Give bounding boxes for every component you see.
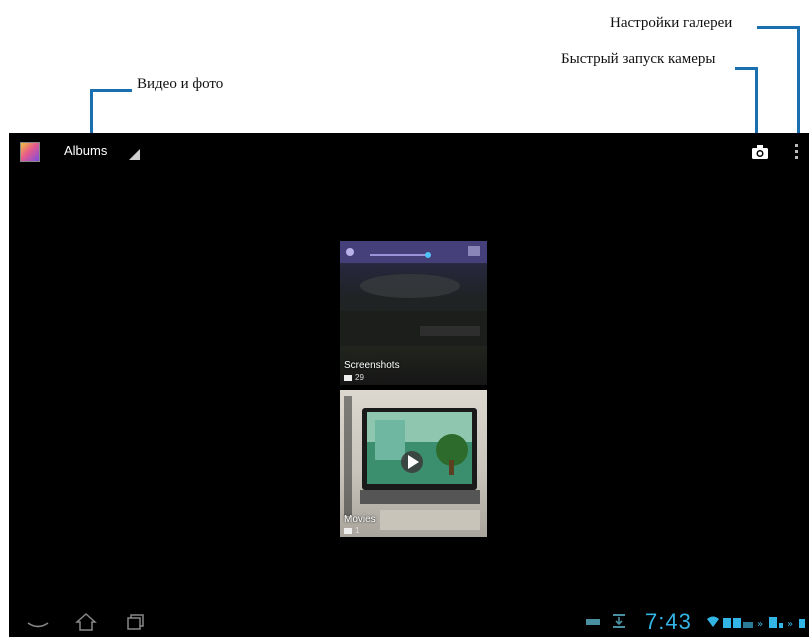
album-screenshots[interactable]: Screenshots 29 [340,241,487,385]
view-dropdown-icon[interactable] [129,149,140,160]
status-icons: » » [707,616,805,629]
home-icon[interactable] [73,611,99,633]
video-photo-annotation: Видео и фото [137,76,224,92]
camera-icon[interactable] [750,142,770,162]
video-photo-leader [92,89,132,92]
folder-icon [344,374,352,381]
keyboard-icon [586,619,600,625]
gallery-app-icon[interactable] [20,142,40,162]
quick-camera-annotation: Быстрый запуск камеры [561,51,716,67]
svg-text:»: » [757,619,763,629]
action-bar: Albums [9,133,809,171]
album-count: 29 [344,373,364,382]
albums-title: Albums [64,143,108,158]
recent-apps-icon[interactable] [123,611,149,633]
download-icon [613,614,625,628]
system-bar: 7:43 » » [9,607,809,637]
wifi-icon [707,616,719,627]
usb-icon [769,617,783,628]
album-movies[interactable]: Movies 1 [340,390,487,537]
gallery-settings-leader-vertical [797,26,800,136]
album-name: Movies [344,514,376,525]
album-count: 1 [344,526,359,535]
clock: 7:43 [645,609,692,634]
quick-camera-leader-vertical [755,67,758,136]
overflow-menu-icon[interactable] [791,141,803,163]
gallery-settings-annotation: Настройки галереи [610,15,733,31]
gallery-screen: Albums Screenshots 29 Movies 1 7:43 » » [9,133,809,637]
gallery-settings-leader [757,26,799,29]
quick-camera-leader [735,67,757,70]
back-icon[interactable] [25,611,51,633]
album-name: Screenshots [344,360,400,371]
battery-icon [723,618,753,628]
svg-text:»: » [787,619,793,629]
folder-icon [344,527,352,534]
